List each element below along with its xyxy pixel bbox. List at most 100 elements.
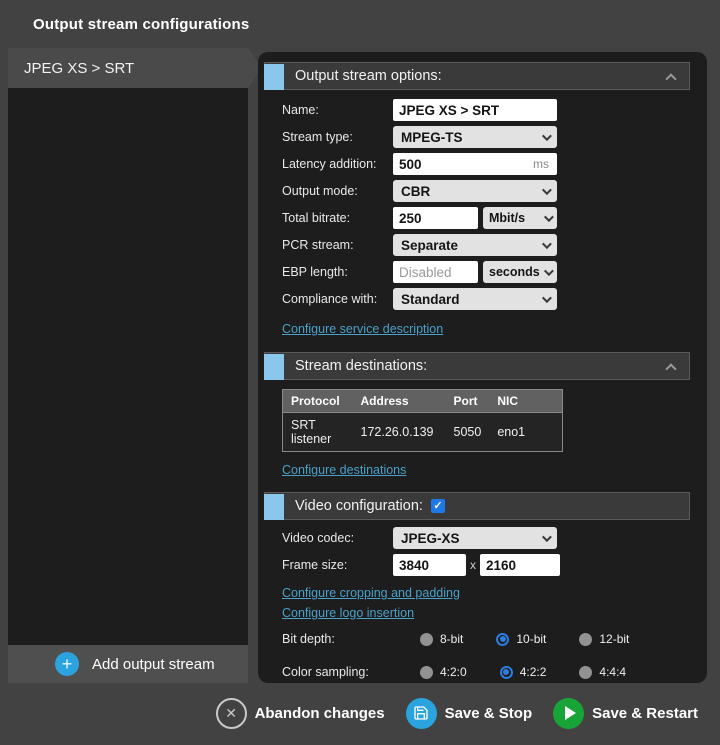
radio-selected-icon: [496, 633, 509, 646]
configure-service-description-link[interactable]: Configure service description: [282, 322, 443, 336]
chevron-up-icon[interactable]: [665, 363, 676, 374]
stream-type-select[interactable]: MPEG-TS: [393, 126, 557, 148]
radio-12bit[interactable]: 12-bit: [579, 632, 629, 646]
abandon-changes-button[interactable]: ✕ Abandon changes: [216, 698, 385, 729]
destinations-table: Protocol Address Port NIC SRT listener 1…: [282, 389, 563, 452]
ebp-length-unit-value: seconds: [489, 265, 540, 279]
frame-size-separator: x: [470, 558, 476, 572]
total-bitrate-label: Total bitrate:: [282, 211, 393, 225]
total-bitrate-unit-value: Mbit/s: [489, 211, 525, 225]
compliance-value: Standard: [401, 292, 460, 307]
color-sampling-label: Color sampling:: [282, 665, 393, 679]
radio-label: 12-bit: [599, 632, 629, 646]
name-input[interactable]: [393, 99, 557, 121]
pcr-stream-label: PCR stream:: [282, 238, 393, 252]
radio-icon: [420, 666, 433, 679]
output-mode-label: Output mode:: [282, 184, 393, 198]
radio-444[interactable]: 4:4:4: [579, 665, 626, 679]
col-protocol: Protocol: [283, 390, 353, 413]
chevron-down-icon: [544, 266, 554, 276]
field-row-output-mode: Output mode: CBR: [282, 180, 707, 202]
output-mode-select[interactable]: CBR: [393, 180, 557, 202]
configure-destinations-link[interactable]: Configure destinations: [282, 463, 406, 477]
cell-address: 172.26.0.139: [353, 413, 446, 452]
destination-table-row: SRT listener 172.26.0.139 5050 eno1: [283, 413, 563, 452]
stream-type-label: Stream type:: [282, 130, 393, 144]
page-title: Output stream configurations: [33, 16, 249, 33]
section-accent-square: [264, 354, 284, 380]
add-output-stream-button[interactable]: + Add output stream: [8, 645, 248, 683]
color-sampling-radio-group: 4:2:0 4:2:2 4:4:4: [420, 665, 626, 679]
configure-logo-insertion-link[interactable]: Configure logo insertion: [282, 606, 414, 620]
radio-icon: [579, 633, 592, 646]
chevron-down-icon: [544, 212, 554, 222]
stream-settings-panel: Output stream options: Name: Stream type…: [258, 52, 707, 683]
total-bitrate-input[interactable]: [393, 207, 478, 229]
video-codec-select[interactable]: JPEG-XS: [393, 527, 557, 549]
frame-height-input[interactable]: [480, 554, 560, 576]
chevron-down-icon: [542, 239, 552, 249]
radio-label: 4:2:2: [520, 665, 547, 679]
section-title: Output stream options:: [295, 68, 442, 84]
bit-depth-label: Bit depth:: [282, 632, 393, 646]
play-icon: [553, 698, 584, 729]
ebp-length-unit-select[interactable]: seconds: [483, 261, 557, 283]
stream-list-sidebar: JPEG XS > SRT + Add output stream: [8, 48, 248, 683]
sidebar-item-label: JPEG XS > SRT: [24, 60, 134, 77]
field-row-pcr-stream: PCR stream: Separate: [282, 234, 707, 256]
section-accent-square: [264, 494, 284, 520]
pcr-stream-select[interactable]: Separate: [393, 234, 557, 256]
chevron-down-icon: [542, 293, 552, 303]
field-row-color-sampling: Color sampling: 4:2:0 4:2:2 4:4:4: [282, 661, 707, 683]
plus-icon: +: [55, 652, 79, 676]
pcr-stream-value: Separate: [401, 238, 458, 253]
field-row-video-codec: Video codec: JPEG-XS: [282, 527, 707, 549]
total-bitrate-unit-select[interactable]: Mbit/s: [483, 207, 557, 229]
save-and-restart-label: Save & Restart: [592, 705, 698, 722]
field-row-name: Name:: [282, 99, 707, 121]
radio-icon: [420, 633, 433, 646]
cell-nic: eno1: [489, 413, 562, 452]
save-and-restart-button[interactable]: Save & Restart: [553, 698, 698, 729]
col-port: Port: [446, 390, 490, 413]
compliance-label: Compliance with:: [282, 292, 393, 306]
save-and-stop-button[interactable]: Save & Stop: [406, 698, 533, 729]
field-row-total-bitrate: Total bitrate: Mbit/s: [282, 207, 707, 229]
ebp-length-input[interactable]: [393, 261, 478, 283]
stream-list-empty-area: [8, 88, 248, 645]
name-label: Name:: [282, 103, 393, 117]
section-header-video: Video configuration: ✓: [264, 492, 690, 520]
section-accent-square: [264, 64, 284, 90]
sidebar-item-jpeg-xs-srt[interactable]: JPEG XS > SRT: [8, 48, 248, 88]
frame-width-input[interactable]: [393, 554, 466, 576]
radio-420[interactable]: 4:2:0: [420, 665, 467, 679]
chevron-down-icon: [542, 532, 552, 542]
radio-label: 4:4:4: [599, 665, 626, 679]
save-and-stop-label: Save & Stop: [445, 705, 533, 722]
section-title: Video configuration:: [295, 498, 423, 514]
radio-10bit[interactable]: 10-bit: [496, 632, 546, 646]
compliance-select[interactable]: Standard: [393, 288, 557, 310]
field-row-frame-size: Frame size: x: [282, 554, 707, 576]
field-row-compliance: Compliance with: Standard: [282, 288, 707, 310]
video-enabled-checkbox[interactable]: ✓: [431, 499, 445, 513]
footer-actions: ✕ Abandon changes Save & Stop Save & Res…: [0, 694, 720, 732]
radio-label: 10-bit: [516, 632, 546, 646]
field-row-bit-depth: Bit depth: 8-bit 10-bit 12-bit: [282, 628, 707, 650]
field-row-ebp-length: EBP length: seconds: [282, 261, 707, 283]
output-mode-value: CBR: [401, 184, 430, 199]
radio-selected-icon: [500, 666, 513, 679]
video-codec-value: JPEG-XS: [401, 531, 460, 546]
field-row-stream-type: Stream type: MPEG-TS: [282, 126, 707, 148]
abandon-changes-label: Abandon changes: [255, 705, 385, 722]
col-nic: NIC: [489, 390, 562, 413]
chevron-up-icon[interactable]: [665, 73, 676, 84]
section-title: Stream destinations:: [295, 358, 427, 374]
radio-8bit[interactable]: 8-bit: [420, 632, 463, 646]
configure-cropping-padding-link[interactable]: Configure cropping and padding: [282, 586, 460, 600]
latency-unit: ms: [533, 157, 549, 171]
radio-icon: [579, 666, 592, 679]
cell-protocol: SRT listener: [283, 413, 353, 452]
section-header-output-options: Output stream options:: [264, 62, 690, 90]
radio-422[interactable]: 4:2:2: [500, 665, 547, 679]
